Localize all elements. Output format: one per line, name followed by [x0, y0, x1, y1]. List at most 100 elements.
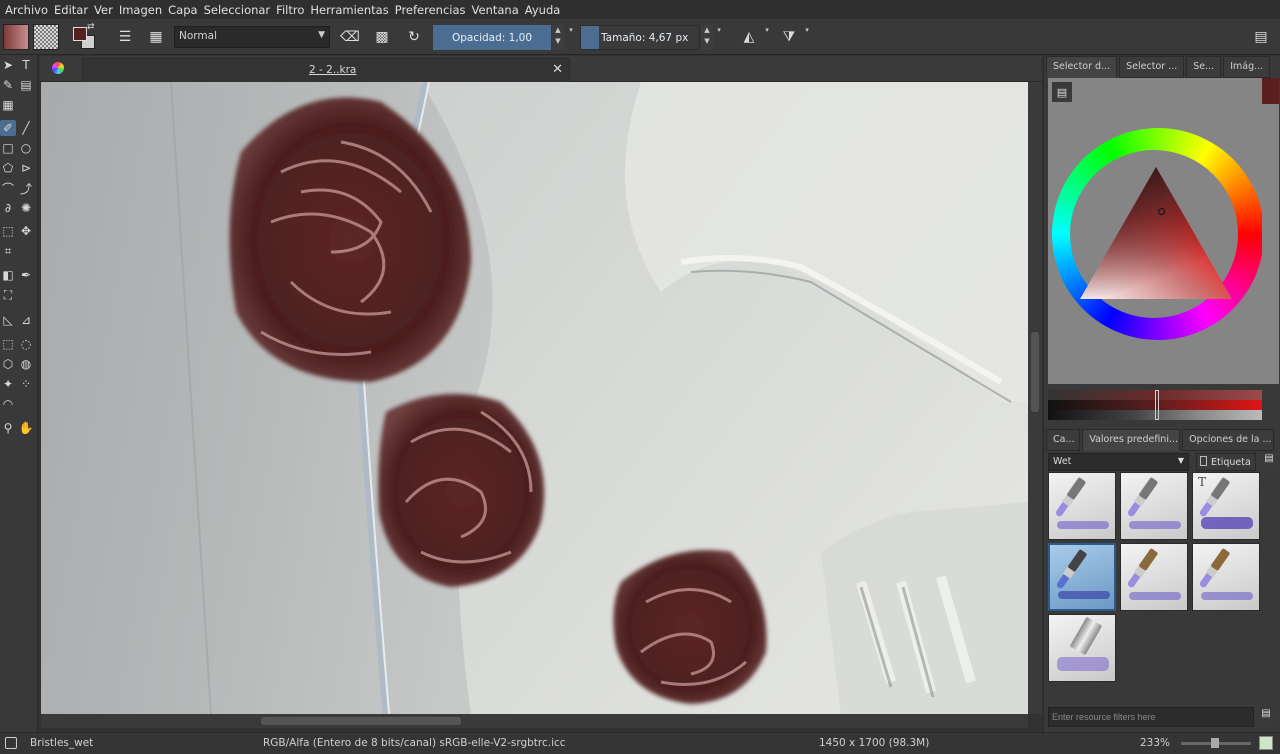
pattern-swatch[interactable] [33, 24, 59, 50]
freehand-path-tool-icon[interactable]: ⤴ [18, 180, 34, 196]
size-menu-arrow[interactable]: ▾ [713, 25, 725, 50]
rect-select-tool-icon[interactable]: ⬚ [0, 336, 16, 352]
tab-capas[interactable]: Ca... [1046, 429, 1081, 451]
rectangle-tool-icon[interactable]: □ [0, 140, 16, 156]
opacity-spinner[interactable]: ▲ ▼ [552, 25, 564, 50]
preset-bristles-wet[interactable] [1048, 543, 1116, 611]
preset-wet-2[interactable] [1120, 472, 1188, 540]
move-tool-icon[interactable]: ✥ [18, 223, 34, 239]
menu-capa[interactable]: Capa [167, 3, 202, 17]
tag-select[interactable]: Wet ▼ [1048, 453, 1189, 471]
tab-opciones-herramienta[interactable]: Opciones de la ... [1182, 429, 1275, 451]
menu-preferencias[interactable]: Preferencias [394, 3, 471, 17]
slider-marker[interactable] [1155, 390, 1159, 420]
tab-selector-specific[interactable]: Se... [1186, 56, 1222, 78]
menu-filtro[interactable]: Filtro [275, 3, 309, 17]
crop-tool-icon[interactable]: ⌗ [0, 243, 16, 259]
assistant-tool-icon[interactable]: ◺ [0, 312, 16, 328]
opacity-menu-arrow[interactable]: ▾ [565, 25, 577, 50]
preset-airbrush-wet[interactable] [1048, 614, 1116, 682]
blend-mode-select[interactable]: Normal ▼ [174, 26, 330, 48]
fg-bg-color-selector[interactable]: ⇄ [70, 22, 100, 52]
color-history-strip[interactable] [1262, 78, 1279, 384]
menu-herramientas[interactable]: Herramientas [309, 3, 393, 17]
menu-seleccionar[interactable]: Seleccionar [203, 3, 276, 17]
pattern-edit-tool-icon[interactable]: ▦ [0, 97, 16, 113]
multibrush-tool-icon[interactable]: ✺ [18, 200, 34, 216]
ellipse-tool-icon[interactable]: ○ [18, 140, 34, 156]
measure-tool-icon[interactable]: ⊿ [18, 312, 34, 328]
dynamic-brush-tool-icon[interactable]: ∂ [0, 200, 16, 216]
reload-preset-icon[interactable]: ↻ [401, 24, 427, 50]
tab-imagen[interactable]: Imág... [1223, 56, 1271, 78]
size-spinner[interactable]: ▲ ▼ [701, 25, 713, 50]
zoom-slider[interactable] [1181, 738, 1251, 748]
preset-wet-1[interactable] [1048, 472, 1116, 540]
similar-select-tool-icon[interactable]: ⁘ [18, 376, 34, 392]
bezier-select-tool-icon[interactable]: ◠ [0, 396, 16, 412]
polygon-select-tool-icon[interactable]: ⬡ [0, 356, 16, 372]
mirror-v-menu-arrow[interactable]: ▾ [801, 25, 813, 50]
polygon-tool-icon[interactable]: ⬠ [0, 160, 16, 176]
vertical-scrollbar[interactable] [1028, 82, 1042, 714]
pan-tool-icon[interactable]: ✋ [18, 420, 34, 436]
drawing-canvas[interactable] [41, 82, 1028, 714]
color-sliders[interactable] [1048, 390, 1262, 420]
tab-selector-color-avanzado[interactable]: Selector d... [1046, 56, 1118, 78]
swap-colors-icon[interactable]: ⇄ [87, 22, 95, 32]
menu-ayuda[interactable]: Ayuda [524, 3, 566, 17]
gradient-tool-icon[interactable]: ◧ [0, 267, 16, 283]
alpha-lock-icon[interactable]: ▩ [369, 24, 395, 50]
color-selector-settings-icon[interactable]: ▤ [1052, 82, 1072, 102]
opacity-slider[interactable]: Opacidad: 1,00 [433, 25, 551, 50]
brush-settings-icon[interactable]: ☰ [112, 24, 138, 50]
resource-filter-input[interactable] [1048, 707, 1254, 727]
filter-options-icon[interactable]: ▤ [1257, 708, 1275, 726]
freehand-brush-tool-icon[interactable]: ✐ [0, 120, 16, 136]
select-shapes-tool-icon[interactable]: ➤ [0, 57, 16, 73]
menu-ventana[interactable]: Ventana [471, 3, 524, 17]
menu-ver[interactable]: Ver [93, 3, 118, 17]
tab-valores-predefinidos[interactable]: Valores predefini... [1082, 429, 1181, 451]
text-tool-icon[interactable]: T [18, 57, 34, 73]
calligraphy-tool-icon[interactable]: ▤ [18, 77, 34, 93]
close-tab-icon[interactable]: ✕ [552, 62, 563, 77]
vertical-scroll-thumb[interactable] [1031, 332, 1039, 412]
transform-tool-icon[interactable]: ⬚ [0, 223, 16, 239]
preset-wet-4[interactable] [1120, 543, 1188, 611]
canvas-only-mode-icon[interactable] [1259, 736, 1273, 750]
fill-tool-icon[interactable]: ⛶ [0, 287, 16, 303]
color-marker[interactable] [1158, 208, 1165, 215]
ellipse-select-tool-icon[interactable]: ◌ [18, 336, 34, 352]
eraser-icon[interactable]: ⌫ [337, 24, 363, 50]
preset-wet-text[interactable]: T [1192, 472, 1260, 540]
zoom-slider-knob[interactable] [1211, 738, 1219, 748]
bezier-tool-icon[interactable]: ⌒ [0, 180, 16, 196]
mirror-h-menu-arrow[interactable]: ▾ [761, 25, 773, 50]
menu-archivo[interactable]: Archivo [4, 3, 53, 17]
tag-button[interactable]: Etiqueta [1196, 453, 1256, 471]
menu-editar[interactable]: Editar [53, 3, 93, 17]
advanced-color-selector[interactable]: ▤ [1048, 78, 1264, 384]
foreground-color[interactable] [73, 27, 87, 41]
zoom-tool-icon[interactable]: ⚲ [0, 420, 16, 436]
recent-color-swatch[interactable] [1262, 78, 1279, 104]
document-tab[interactable]: 2 - 2..kra ✕ [82, 58, 570, 82]
horizontal-scroll-thumb[interactable] [261, 717, 461, 725]
line-tool-icon[interactable]: ╱ [18, 120, 34, 136]
color-picker-tool-icon[interactable]: ✒ [18, 267, 34, 283]
gradient-swatch[interactable] [3, 24, 29, 50]
workspace-chooser-icon[interactable]: ▤ [1248, 24, 1274, 50]
horizontal-scrollbar[interactable] [41, 714, 1028, 728]
preset-wet-5[interactable] [1192, 543, 1260, 611]
edit-shapes-tool-icon[interactable]: ✎ [0, 77, 16, 93]
polyline-tool-icon[interactable]: ⊳ [18, 160, 34, 176]
size-slider[interactable]: Tamaño: 4,67 px [580, 25, 700, 50]
tab-selector-color[interactable]: Selector ... [1119, 56, 1185, 78]
preset-view-mode-icon[interactable]: ▤ [1260, 453, 1278, 471]
contiguous-select-tool-icon[interactable]: ✦ [0, 376, 16, 392]
mirror-horizontal-icon[interactable]: ◭ [736, 24, 762, 50]
freehand-select-tool-icon[interactable]: ◍ [18, 356, 34, 372]
preset-chooser-icon[interactable]: ▦ [143, 24, 169, 50]
menu-imagen[interactable]: Imagen [118, 3, 167, 17]
